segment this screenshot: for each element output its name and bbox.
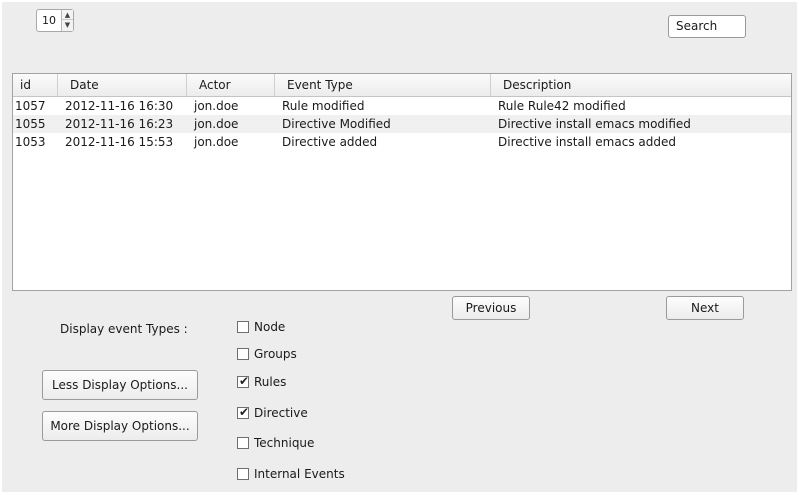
table-row[interactable]: 1055 2012-11-16 16:23 jon.doe Directive …	[13, 115, 791, 133]
table-row[interactable]: 1053 2012-11-16 15:53 jon.doe Directive …	[13, 133, 791, 151]
cell-date: 2012-11-16 16:23	[65, 117, 174, 131]
filter-label: Internal Events	[254, 467, 345, 481]
page-size-spinner[interactable]: 10 ▲ ▼	[36, 9, 74, 32]
column-header-actor[interactable]: Actor	[186, 74, 231, 96]
filter-label: Node	[254, 320, 286, 334]
cell-event-type: Directive Modified	[282, 117, 391, 131]
table-header: id Date Actor Event Type Description	[13, 74, 791, 97]
column-header-event-type[interactable]: Event Type	[274, 74, 353, 96]
column-header-date[interactable]: Date	[57, 74, 99, 96]
cell-date: 2012-11-16 16:30	[65, 99, 174, 113]
node-checkbox[interactable]	[237, 321, 249, 333]
event-log-panel: 10 ▲ ▼ Search id Date Actor Event Type D…	[2, 2, 797, 492]
cell-id: 1057	[15, 99, 46, 113]
previous-button[interactable]: Previous	[452, 296, 530, 320]
cell-actor: jon.doe	[194, 135, 239, 149]
cell-event-type: Directive added	[282, 135, 378, 149]
table-row[interactable]: 1057 2012-11-16 16:30 jon.doe Rule modif…	[13, 97, 791, 115]
filter-label: Groups	[254, 347, 297, 361]
filter-label: Rules	[254, 375, 287, 389]
cell-date: 2012-11-16 15:53	[65, 135, 174, 149]
spinner-up-icon[interactable]: ▲	[62, 10, 73, 20]
filter-label: Directive	[254, 406, 308, 420]
cell-actor: jon.doe	[194, 99, 239, 113]
cell-description: Directive install emacs added	[498, 135, 676, 149]
more-display-options-button[interactable]: More Display Options...	[42, 411, 198, 441]
column-header-id[interactable]: id	[20, 74, 31, 96]
technique-checkbox[interactable]	[237, 437, 249, 449]
rules-checkbox[interactable]: ✔	[237, 374, 250, 388]
spinner-down-icon[interactable]: ▼	[62, 20, 73, 30]
spinner-arrows: ▲ ▼	[61, 10, 73, 31]
internal-events-checkbox[interactable]	[237, 468, 249, 480]
cell-id: 1055	[15, 117, 46, 131]
less-display-options-button[interactable]: Less Display Options...	[42, 370, 198, 400]
cell-id: 1053	[15, 135, 46, 149]
page-size-value: 10	[42, 14, 56, 27]
cell-actor: jon.doe	[194, 117, 239, 131]
column-header-description[interactable]: Description	[490, 74, 571, 96]
search-field[interactable]: Search	[668, 15, 746, 38]
event-types-label: Display event Types :	[60, 322, 188, 336]
filter-label: Technique	[254, 436, 315, 450]
cell-description: Directive install emacs modified	[498, 117, 691, 131]
events-table: id Date Actor Event Type Description 105…	[12, 73, 792, 291]
directive-checkbox[interactable]: ✔	[237, 405, 250, 419]
groups-checkbox[interactable]	[237, 348, 249, 360]
next-button[interactable]: Next	[666, 296, 744, 320]
checkmark-icon: ✔	[239, 374, 250, 388]
cell-description: Rule Rule42 modified	[498, 99, 626, 113]
cell-event-type: Rule modified	[282, 99, 365, 113]
checkmark-icon: ✔	[239, 405, 250, 419]
